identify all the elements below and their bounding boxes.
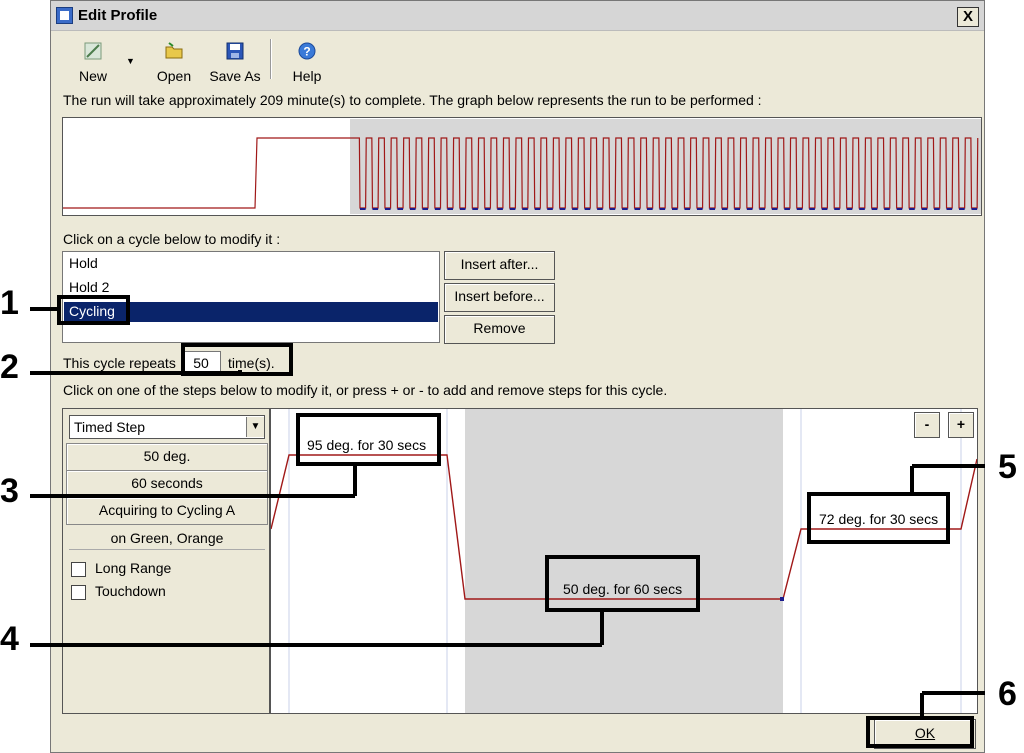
highlight-step-2 <box>545 555 700 612</box>
insert-before-button[interactable]: Insert before... <box>444 283 555 312</box>
acquiring-button[interactable]: Acquiring to Cycling A <box>66 497 268 525</box>
steps-prompt: Click on one of the steps below to modif… <box>63 382 668 398</box>
open-button[interactable]: Open <box>149 41 199 85</box>
chevron-down-icon[interactable]: ▼ <box>246 417 264 437</box>
long-range-label: Long Range <box>95 560 172 576</box>
step-settings-panel: Timed Step ▼ 50 deg. 60 seconds Acquirin… <box>62 408 270 714</box>
help-button[interactable]: ? Help <box>283 41 331 85</box>
floppy-disk-icon <box>226 42 244 60</box>
window-icon <box>56 7 73 24</box>
cycle-item-hold-2[interactable]: Hold 2 <box>67 279 111 295</box>
highlight-step-1 <box>296 413 441 466</box>
new-label: New <box>78 68 107 84</box>
new-dropdown-arrow-icon[interactable]: ▼ <box>126 56 135 66</box>
highlight-step-3 <box>807 492 950 544</box>
help-icon: ? <box>298 42 316 60</box>
help-label: Help <box>292 68 322 84</box>
step-temperature-field[interactable]: 50 deg. <box>66 443 268 471</box>
highlight-repeat <box>181 343 293 376</box>
open-label: Open <box>156 68 192 84</box>
highlight-cycling <box>57 295 130 325</box>
highlight-ok <box>866 716 974 748</box>
callout-3: 3 <box>0 472 19 510</box>
insert-after-button[interactable]: Insert after... <box>444 251 555 280</box>
run-duration-text: The run will take approximately 209 minu… <box>63 92 762 108</box>
callout-4: 4 <box>0 620 19 658</box>
acquisition-channels: on Green, Orange <box>69 526 265 550</box>
remove-step-button[interactable]: - <box>914 412 940 438</box>
repeat-label: This cycle repeats <box>63 355 176 371</box>
callout-6: 6 <box>998 675 1017 713</box>
remove-button[interactable]: Remove <box>444 315 555 344</box>
window-title: Edit Profile <box>78 7 158 24</box>
callout-1: 1 <box>0 284 19 322</box>
toolbar-separator <box>270 39 272 79</box>
callout-5: 5 <box>998 448 1017 486</box>
title-bar: Edit Profile X <box>51 1 984 31</box>
save-as-label: Save As <box>209 68 261 84</box>
close-button[interactable]: X <box>957 7 979 27</box>
new-button[interactable]: New <box>65 41 121 85</box>
touchdown-label: Touchdown <box>95 583 166 599</box>
long-range-checkbox[interactable] <box>71 562 86 577</box>
cycle-prompt: Click on a cycle below to modify it : <box>63 231 281 247</box>
edit-profile-window: Edit Profile X New ▼ Open Save As ? Help <box>50 0 985 753</box>
step-type-value: Timed Step <box>74 419 146 435</box>
touchdown-checkbox[interactable] <box>71 585 86 600</box>
step-type-select[interactable]: Timed Step ▼ <box>69 415 265 439</box>
run-overview-graph <box>62 117 982 216</box>
add-step-button[interactable]: + <box>948 412 974 438</box>
new-profile-icon <box>84 42 102 60</box>
acquisition-marker <box>780 597 784 601</box>
cycle-item-hold[interactable]: Hold <box>67 255 100 271</box>
save-as-button[interactable]: Save As <box>205 41 265 85</box>
step-duration-field[interactable]: 60 seconds <box>66 470 268 498</box>
overview-profile-plot <box>63 137 979 210</box>
folder-open-icon <box>165 42 183 59</box>
svg-text:?: ? <box>303 45 310 59</box>
callout-2: 2 <box>0 348 19 386</box>
overview-profile-line <box>63 137 979 209</box>
